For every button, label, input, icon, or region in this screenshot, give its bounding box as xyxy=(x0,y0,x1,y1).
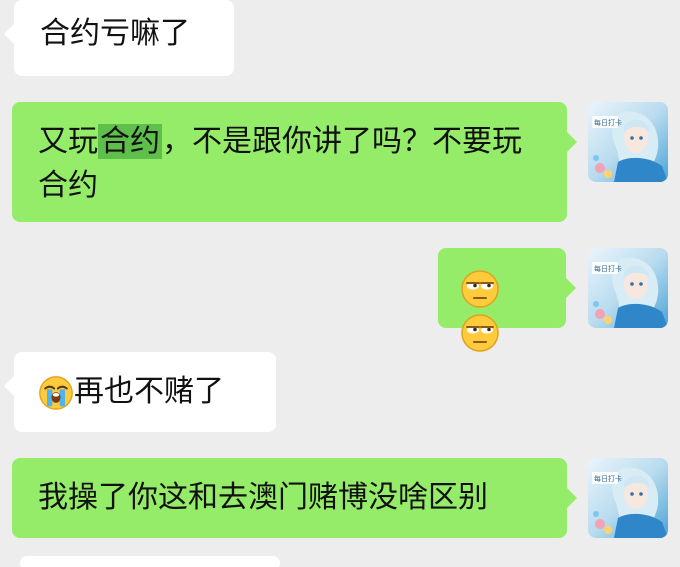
avatar-caption: 每日打卡 xyxy=(594,118,622,127)
message-bubble-partial[interactable] xyxy=(20,556,280,567)
anime-avatar-icon: 每日打卡 xyxy=(588,102,668,182)
unamused-face-icon xyxy=(460,269,500,309)
message-bubble-outgoing[interactable]: 我操了你这和去澳门赌博没啥区别 xyxy=(12,458,577,538)
message-text-part: 又玩 xyxy=(38,124,98,159)
avatar[interactable]: 每日打卡 xyxy=(588,102,668,182)
message-text: 再也不赌了 xyxy=(74,374,224,409)
loudly-crying-face-icon xyxy=(38,375,74,411)
message-text: 合约亏嘛了 xyxy=(40,16,190,51)
message-bubble-incoming[interactable]: 合约亏嘛了 xyxy=(4,0,234,76)
message-text: 我操了你这和去澳门赌博没啥区别 xyxy=(38,480,488,515)
message-bubble-incoming[interactable]: 再也不赌了 xyxy=(4,352,276,432)
avatar[interactable]: 每日打卡 xyxy=(588,248,668,328)
avatar-caption: 每日打卡 xyxy=(594,264,622,273)
anime-avatar-icon: 每日打卡 xyxy=(588,458,668,538)
avatar-caption: 每日打卡 xyxy=(594,474,622,483)
anime-avatar-icon: 每日打卡 xyxy=(588,248,668,328)
selected-text-highlight[interactable]: 合约 xyxy=(98,124,162,159)
chat-window: 合约亏嘛了 又玩合约，不是跟你讲了吗？不要玩合约 每日打卡 每日打卡 再也不赌了… xyxy=(0,0,680,567)
message-bubble-outgoing[interactable] xyxy=(438,248,576,352)
avatar[interactable]: 每日打卡 xyxy=(588,458,668,538)
message-bubble-outgoing[interactable]: 又玩合约，不是跟你讲了吗？不要玩合约 xyxy=(12,102,577,222)
unamused-face-icon xyxy=(460,313,500,353)
